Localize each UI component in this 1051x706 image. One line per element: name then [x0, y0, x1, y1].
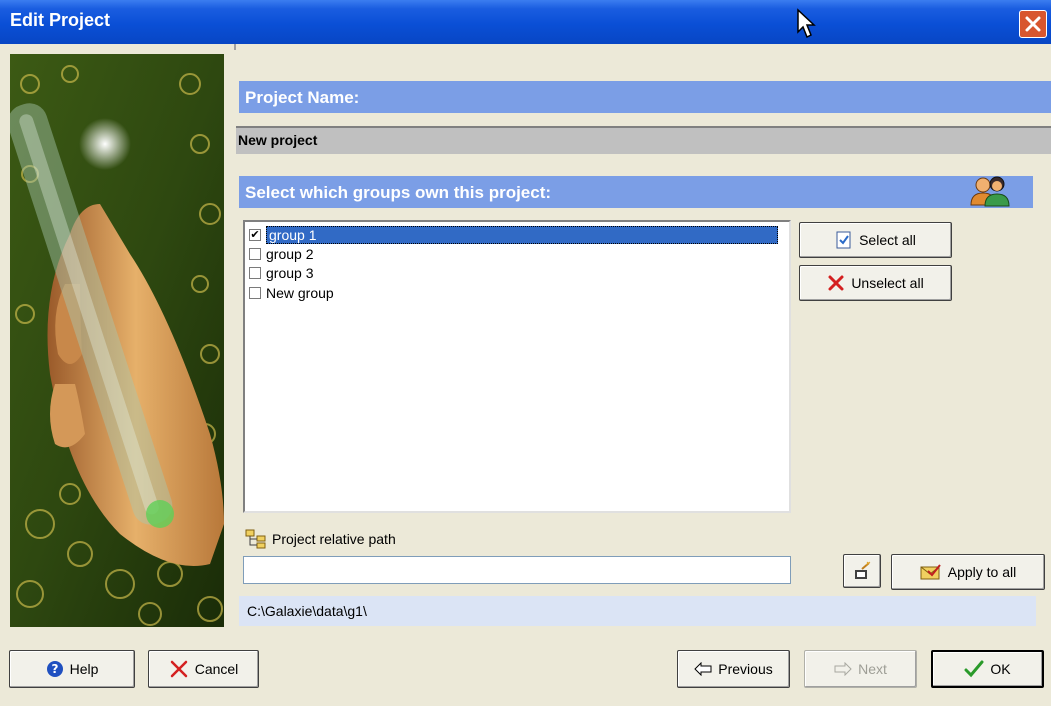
new-group-checkbox[interactable]: [249, 287, 261, 299]
list-item-group-3[interactable]: group 3: [249, 264, 313, 282]
cancel-button[interactable]: Cancel: [148, 650, 259, 688]
project-name-header: Project Name:: [239, 81, 1051, 113]
relative-path-input[interactable]: [243, 556, 791, 584]
next-button[interactable]: Next: [804, 650, 917, 688]
checkmark-icon: [964, 660, 984, 678]
group-3-label: group 3: [266, 265, 314, 281]
groups-label: Select which groups own this project:: [245, 183, 552, 202]
divider: [234, 44, 236, 50]
side-banner-image: [10, 54, 224, 627]
envelope-check-icon: [920, 564, 941, 580]
group-1-label: group 1: [266, 226, 778, 244]
path-label: Project relative path: [272, 531, 396, 547]
unselect-all-button[interactable]: Unselect all: [799, 265, 952, 301]
arrow-left-icon: [694, 662, 712, 676]
select-all-button[interactable]: Select all: [799, 222, 952, 258]
close-button[interactable]: [1019, 10, 1047, 38]
magic-wand-icon: [855, 561, 871, 579]
groups-list[interactable]: ✔ group 1 group 2 group 3 New group: [243, 220, 791, 513]
list-item-group-2[interactable]: group 2: [249, 245, 313, 263]
unselect-all-label: Unselect all: [851, 275, 924, 291]
project-name-value: New project: [238, 132, 318, 148]
arrow-right-icon: [834, 662, 852, 676]
previous-button[interactable]: Previous: [677, 650, 790, 688]
red-x-icon: [828, 275, 844, 291]
resolved-path-display: C:\Galaxie\data\g1\: [239, 596, 1036, 626]
group-1-checkbox[interactable]: ✔: [249, 229, 261, 241]
project-name-label: Project Name:: [245, 88, 360, 107]
users-icon: [970, 176, 1010, 207]
next-label: Next: [858, 661, 887, 677]
help-icon: ?: [46, 661, 63, 677]
folder-tree-icon: [245, 529, 266, 549]
checked-doc-icon: [836, 231, 851, 249]
red-x-icon: [170, 660, 187, 678]
group-3-checkbox[interactable]: [249, 267, 261, 279]
previous-label: Previous: [718, 661, 773, 677]
close-icon: [1025, 16, 1041, 32]
groups-header: Select which groups own this project:: [239, 176, 1033, 208]
cancel-label: Cancel: [194, 661, 239, 677]
help-label: Help: [69, 661, 99, 677]
apply-to-all-label: Apply to all: [947, 564, 1017, 580]
group-2-checkbox[interactable]: [249, 248, 261, 260]
mouse-cursor-icon: [797, 8, 816, 39]
select-all-label: Select all: [859, 232, 916, 248]
new-group-label: New group: [266, 285, 334, 301]
list-item-group-1[interactable]: ✔ group 1: [249, 226, 778, 244]
group-2-label: group 2: [266, 246, 314, 262]
svg-text:?: ?: [51, 662, 58, 676]
path-wizard-button[interactable]: [843, 554, 881, 588]
ok-label: OK: [990, 661, 1011, 677]
project-name-field[interactable]: New project: [236, 126, 1051, 154]
help-button[interactable]: ? Help: [9, 650, 135, 688]
title-bar: Edit Project: [0, 0, 1051, 44]
window-title: Edit Project: [10, 10, 111, 30]
resolved-path-value: C:\Galaxie\data\g1\: [247, 603, 367, 619]
apply-to-all-button[interactable]: Apply to all: [891, 554, 1045, 590]
ok-button[interactable]: OK: [931, 650, 1044, 688]
list-item-new-group[interactable]: New group: [249, 284, 334, 302]
